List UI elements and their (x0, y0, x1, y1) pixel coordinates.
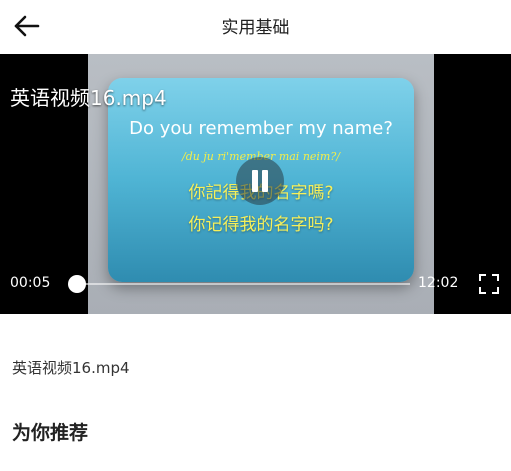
recommend-heading: 为你推荐 (12, 422, 89, 444)
current-time: 00:05 (10, 275, 51, 291)
progress-bar[interactable] (68, 275, 410, 293)
top-bar: 实用基础 (0, 0, 511, 52)
video-player[interactable]: Do you remember my name? /du ju ri'membe… (0, 54, 511, 314)
fullscreen-icon (479, 274, 499, 294)
subtitle-simplified: 你记得我的名字吗? (188, 215, 334, 235)
total-time: 12:02 (418, 275, 459, 291)
fullscreen-button[interactable] (478, 273, 500, 295)
progress-thumb[interactable] (68, 275, 87, 293)
video-file-name: 英语视频16.mp4 (12, 359, 130, 377)
subtitle-english: Do you remember my name? (129, 118, 393, 139)
video-overlay-title: 英语视频16.mp4 (10, 86, 167, 110)
pause-button[interactable] (236, 157, 284, 205)
page-title: 实用基础 (221, 18, 290, 38)
